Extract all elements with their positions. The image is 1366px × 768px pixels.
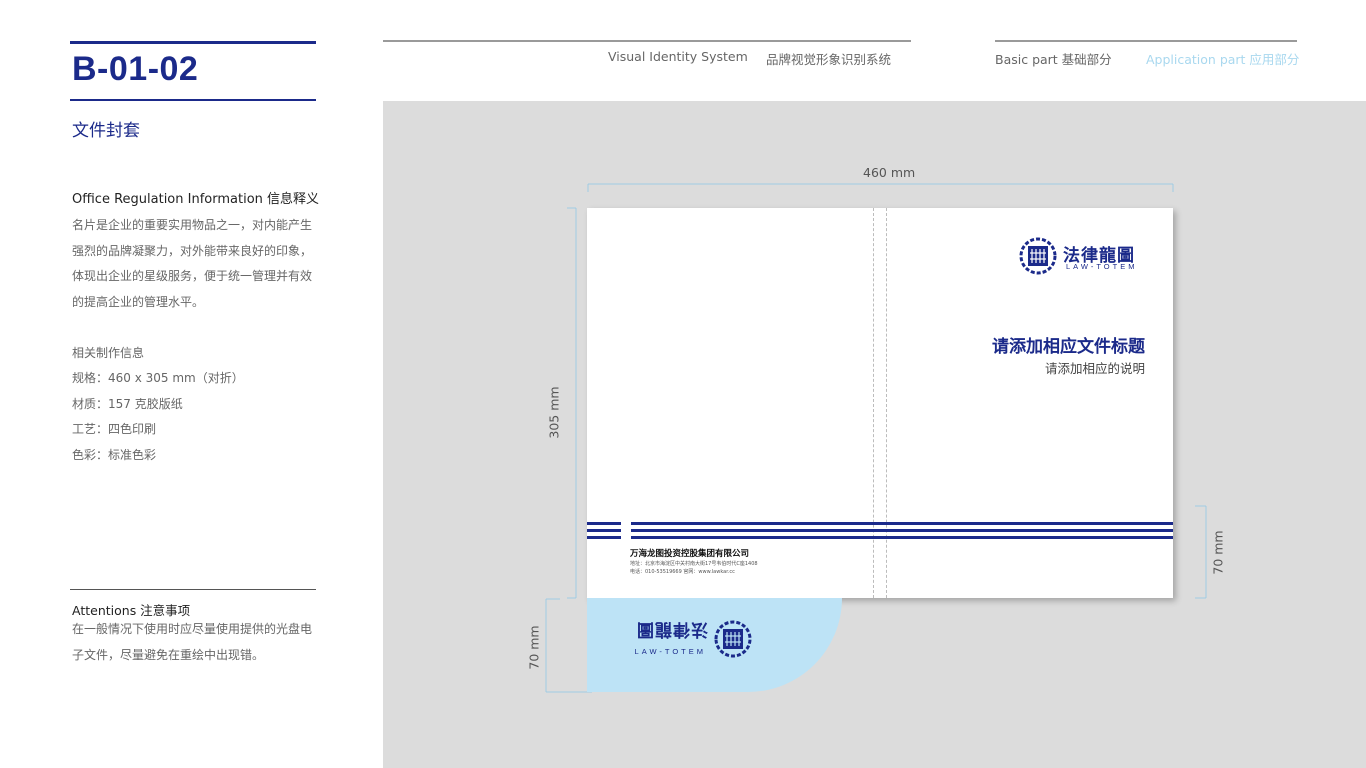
nav-basic-part[interactable]: Basic part 基础部分 [995,49,1112,68]
spec-color: 色彩：标准色彩 [72,448,157,462]
info-description: 名片是企业的重要实用物品之一，对内能产生强烈的品牌凝聚力，对外能带来良好的印象，… [72,218,313,309]
header-rule-left [383,40,911,42]
stripe [631,529,1173,532]
code-underline [70,99,316,101]
company-name: 万海龙图投资控股集团有限公司 [630,549,750,559]
spec-size: 规格：460 x 305 mm（对折） [72,371,244,385]
document-subtitle: 请添加相应的说明 [1044,361,1145,376]
height-dimension-label: 305 mm [546,386,562,439]
spec-process: 工艺：四色印刷 [72,422,157,436]
fold-line-right [886,208,887,598]
flap-logo-english: LAW-TOTEM [634,647,706,656]
flap-logo-text: 法律龍圖 LAW-TOTEM [620,619,710,658]
logo-english: LAW-TOTEM [1066,262,1138,271]
flap-logo-chinese: 法律龍圖 [636,619,708,639]
info-heading: Office Regulation Information 信息释义 [72,192,320,207]
top-rule [70,41,316,44]
stripe [631,522,1173,525]
stripe [587,536,621,539]
width-dimension-label: 460 mm [863,165,916,180]
right-dimension-label: 70 mm [1210,530,1226,575]
logo-emblem-icon [1019,237,1057,275]
flap-dimension-label: 70 mm [526,625,542,670]
page-subtitle: 文件封套 [72,121,140,141]
spec-heading: 相关制作信息 [72,346,145,360]
attention-rule [70,589,316,590]
nav-application-part[interactable]: Application part 应用部分 [1146,49,1299,68]
fold-line-left [873,208,874,598]
stripe [631,536,1173,539]
company-address: 地址：北京市海淀区中关村南大街17号韦伯时代C座1408 [630,561,758,567]
attention-text: 在一般情况下使用时应尽量使用提供的光盘电子文件，尽量避免在重绘中出现错。 [72,622,313,662]
document-title: 请添加相应文件标题 [992,337,1145,357]
header-rule-right [995,40,1297,42]
header-vis-cn: 品牌视觉形象识别系统 [766,52,892,67]
header-vis-en: Visual Identity System [608,49,748,64]
spec-material: 材质：157 克胶版纸 [72,397,183,411]
stripe [587,529,621,532]
flap-logo-emblem-icon [714,620,752,658]
stripe [587,522,621,525]
company-contact: 电话：010-53519669 官网：www.lawkar.cc [630,569,735,575]
page-code: B-01-02 [72,50,199,88]
